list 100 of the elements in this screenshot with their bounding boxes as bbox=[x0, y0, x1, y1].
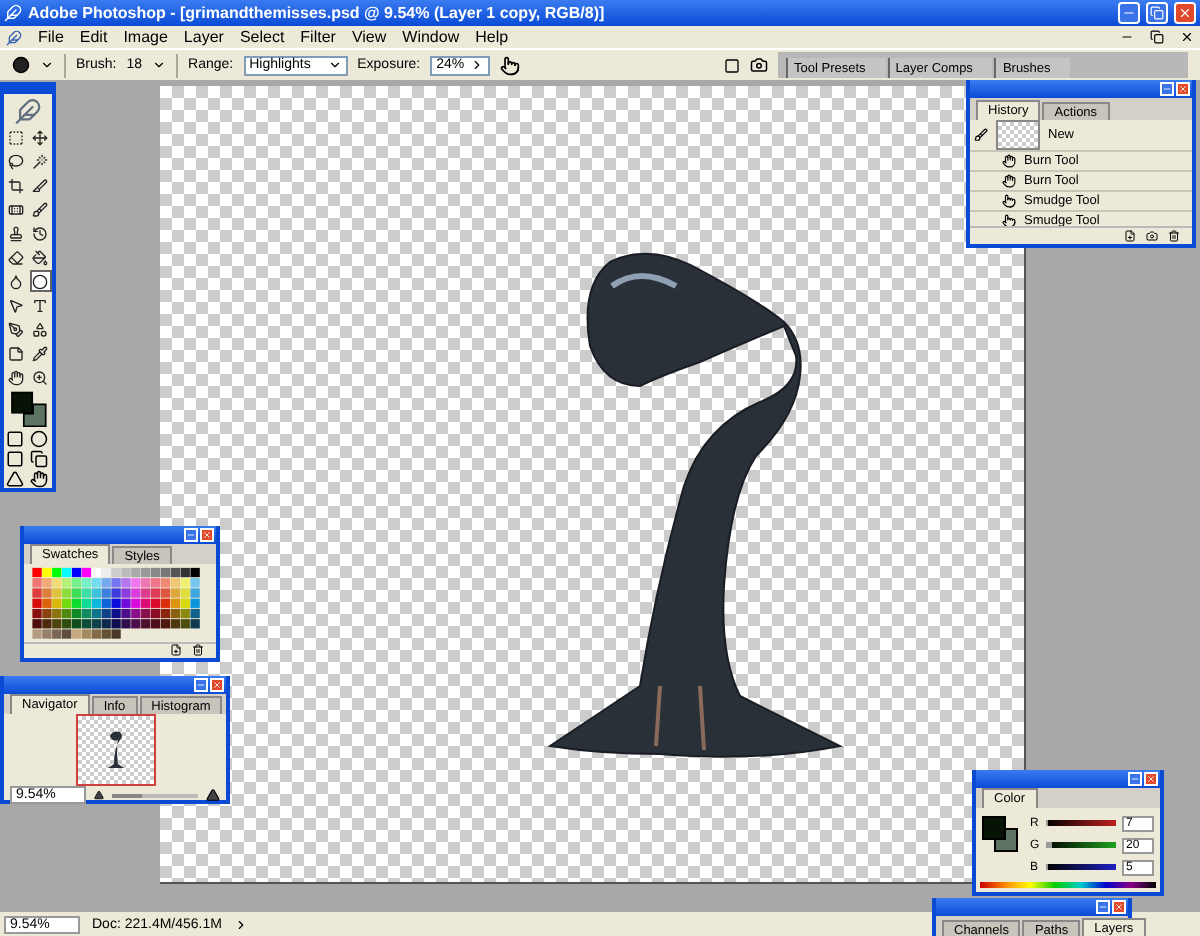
brush-icon bbox=[32, 201, 48, 218]
menu-item[interactable]: Edit bbox=[79, 28, 108, 46]
channel-slider[interactable] bbox=[1046, 820, 1116, 826]
minimize-button[interactable] bbox=[1128, 772, 1142, 786]
hand-icon bbox=[1002, 154, 1016, 168]
shapes-icon bbox=[32, 321, 48, 338]
channel-slider[interactable] bbox=[1046, 842, 1116, 848]
tool-button[interactable] bbox=[29, 126, 51, 149]
restore-icon[interactable] bbox=[1150, 30, 1164, 44]
pen-icon bbox=[8, 321, 24, 338]
caret-icon bbox=[470, 58, 485, 72]
feather-icon bbox=[12, 98, 44, 125]
minimize-icon bbox=[186, 530, 196, 540]
new-document-icon[interactable] bbox=[170, 644, 182, 657]
new-document-icon[interactable] bbox=[1124, 230, 1136, 242]
quick-mask-icon[interactable] bbox=[29, 430, 47, 448]
history-brush-icon bbox=[32, 225, 48, 242]
menu-item[interactable]: File bbox=[38, 28, 64, 46]
close-button[interactable] bbox=[1176, 82, 1190, 96]
restore-icon bbox=[1150, 6, 1164, 20]
menu-item[interactable]: Layer bbox=[183, 28, 224, 46]
menu-item[interactable]: View bbox=[351, 28, 387, 46]
caret-icon[interactable] bbox=[40, 58, 54, 72]
restore-button[interactable] bbox=[1146, 2, 1168, 24]
trash-icon[interactable] bbox=[192, 644, 204, 657]
tool-button[interactable] bbox=[5, 222, 27, 245]
tool-button[interactable] bbox=[29, 246, 51, 269]
tool-button[interactable] bbox=[5, 246, 27, 269]
tool-button[interactable] bbox=[29, 150, 51, 173]
tool-button[interactable] bbox=[5, 150, 27, 173]
screen-mode-icon[interactable] bbox=[29, 450, 47, 468]
minimize-button[interactable] bbox=[1096, 900, 1110, 914]
droplet-icon bbox=[8, 273, 24, 290]
camera-icon[interactable] bbox=[1146, 230, 1158, 242]
minimize-button[interactable] bbox=[194, 678, 208, 692]
hand-icon bbox=[8, 369, 24, 386]
tool-button[interactable] bbox=[29, 222, 51, 245]
note-icon bbox=[8, 345, 24, 362]
knife-icon bbox=[32, 177, 48, 194]
caret-icon bbox=[327, 58, 342, 72]
tool-button[interactable] bbox=[5, 342, 27, 365]
feather-icon bbox=[6, 29, 22, 45]
tool-button[interactable] bbox=[5, 366, 27, 389]
hand-icon[interactable] bbox=[29, 470, 47, 488]
camera-icon[interactable] bbox=[750, 56, 768, 74]
tool-button[interactable] bbox=[29, 174, 51, 197]
move-icon bbox=[32, 129, 48, 146]
caret-icon[interactable] bbox=[233, 917, 248, 931]
tool-button[interactable] bbox=[29, 270, 51, 293]
menu-item[interactable]: Window bbox=[402, 28, 460, 46]
trash-icon[interactable] bbox=[1168, 230, 1180, 242]
zoom-icon bbox=[32, 369, 48, 386]
menu-item[interactable]: Image bbox=[123, 28, 168, 46]
close-button[interactable] bbox=[210, 678, 224, 692]
close-button[interactable] bbox=[1174, 2, 1196, 24]
paint-bucket-icon bbox=[32, 249, 48, 266]
caret-icon[interactable] bbox=[152, 58, 167, 72]
crop-icon bbox=[8, 177, 24, 194]
brush-icon bbox=[974, 128, 988, 142]
tool-button[interactable] bbox=[5, 294, 27, 317]
wand-icon bbox=[32, 153, 48, 170]
tool-button[interactable] bbox=[5, 270, 27, 293]
minimize-icon bbox=[1130, 774, 1140, 784]
tool-preset-icon[interactable] bbox=[12, 56, 30, 74]
swatch-grid-drawing[interactable] bbox=[32, 568, 200, 640]
menu-item[interactable]: Select bbox=[239, 28, 285, 46]
minimize-icon bbox=[1162, 84, 1172, 94]
eraser-icon bbox=[8, 249, 24, 266]
dot-icon bbox=[32, 273, 48, 290]
minimize-button[interactable] bbox=[1118, 2, 1140, 24]
eyedropper-icon bbox=[32, 345, 48, 362]
menu-item[interactable]: Help bbox=[475, 28, 509, 46]
pointer-icon bbox=[8, 297, 24, 314]
standard-mode-icon[interactable] bbox=[5, 430, 23, 448]
foreground-color-swatch[interactable] bbox=[11, 392, 34, 415]
snapshot-thumbnail bbox=[996, 120, 1040, 150]
close-button[interactable] bbox=[1144, 772, 1158, 786]
tool-button[interactable] bbox=[29, 294, 51, 317]
tool-button[interactable] bbox=[29, 318, 51, 341]
foreground-color-swatch[interactable] bbox=[982, 816, 1006, 840]
menu-item[interactable]: Filter bbox=[300, 28, 336, 46]
tool-button[interactable] bbox=[5, 318, 27, 341]
minimize-button[interactable] bbox=[184, 528, 198, 542]
tool-button[interactable] bbox=[29, 342, 51, 365]
close-button[interactable] bbox=[1112, 900, 1126, 914]
close-icon bbox=[1178, 6, 1192, 20]
close-icon[interactable] bbox=[1180, 30, 1194, 44]
channel-slider[interactable] bbox=[1046, 864, 1116, 870]
navigator-preview[interactable] bbox=[75, 714, 155, 786]
tool-button[interactable] bbox=[5, 174, 27, 197]
tool-button[interactable] bbox=[29, 366, 51, 389]
hand-icon bbox=[1002, 174, 1016, 188]
marquee-icon bbox=[8, 129, 24, 146]
minimize-button[interactable] bbox=[1160, 82, 1174, 96]
bandage-icon bbox=[8, 201, 24, 218]
color-ramp[interactable] bbox=[980, 882, 1156, 888]
stamp-icon bbox=[8, 225, 24, 242]
screen-mode-icon[interactable] bbox=[5, 450, 23, 468]
tool-button[interactable] bbox=[29, 198, 51, 221]
close-button[interactable] bbox=[200, 528, 214, 542]
